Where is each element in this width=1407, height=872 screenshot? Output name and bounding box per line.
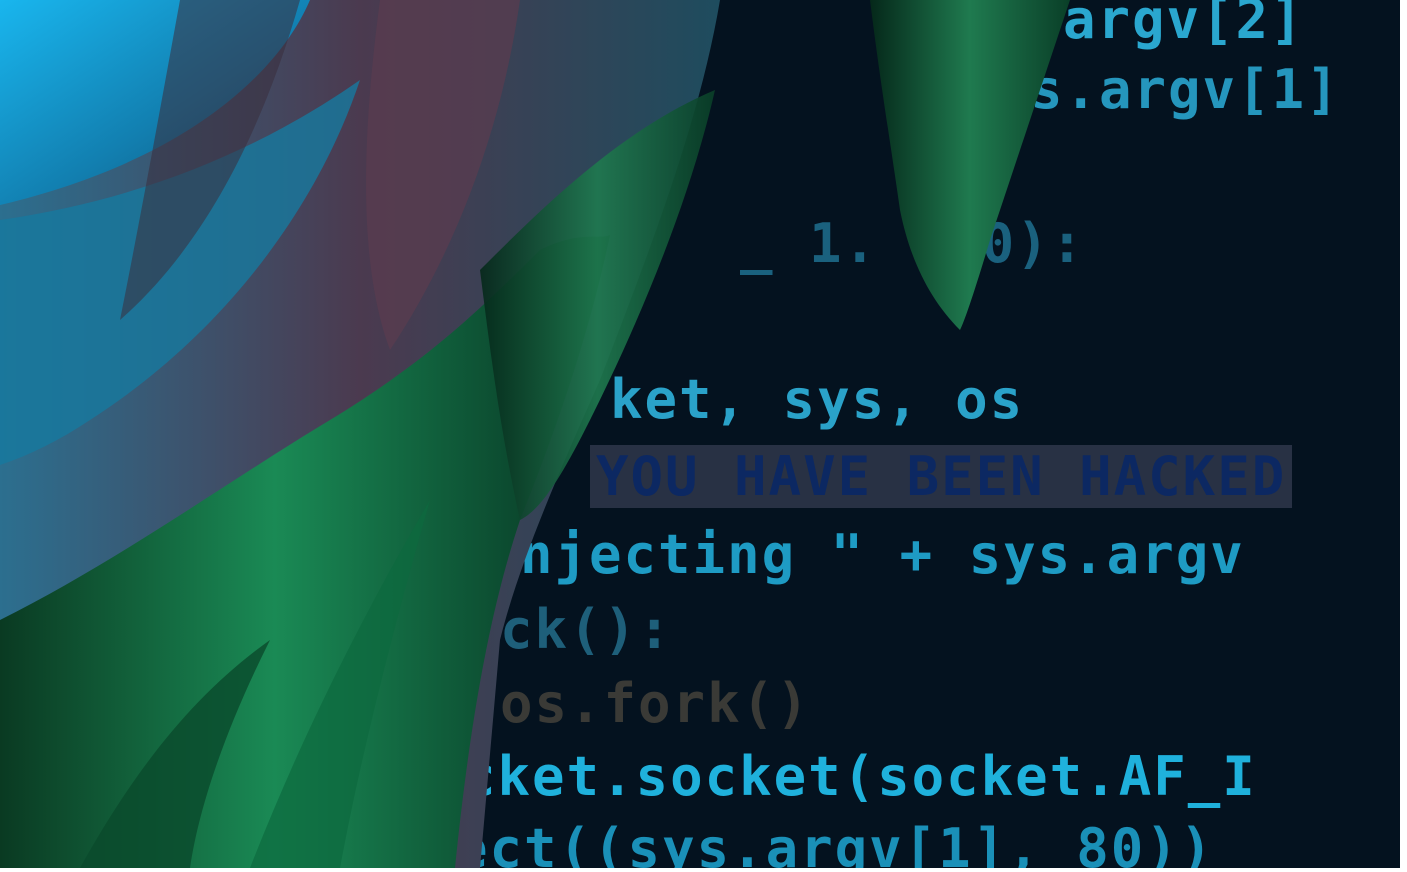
fabric-overlay (0, 0, 1070, 868)
fabric-green-top (870, 0, 1070, 330)
hacker-artwork: argv[2] s.argv[1] _ 1. 000): ket, sys, o… (0, 0, 1400, 868)
